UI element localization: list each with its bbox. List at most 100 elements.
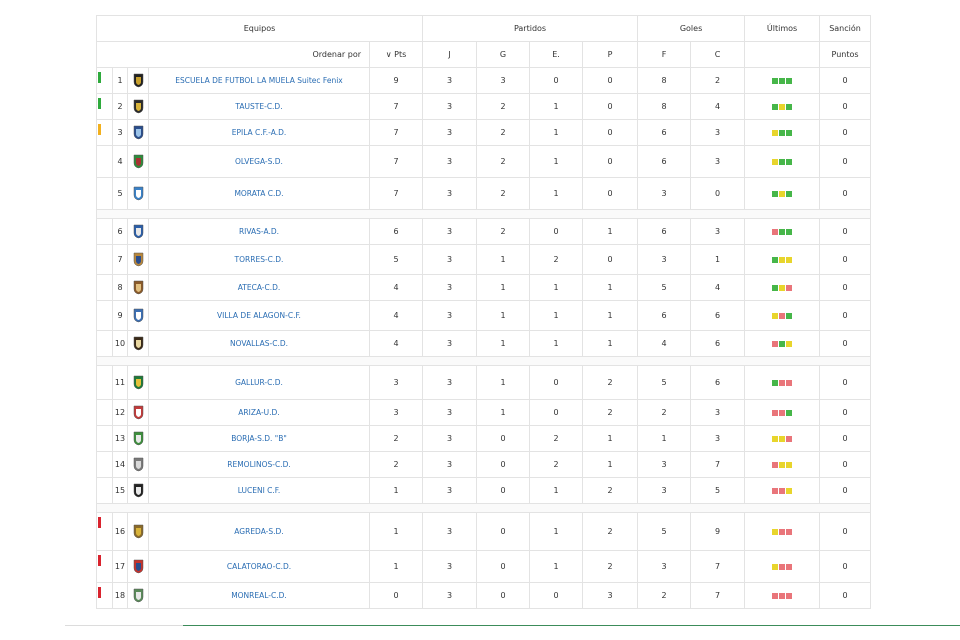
team-crest-cell xyxy=(127,274,149,301)
table-row[interactable]: 1 ESCUELA DE FUTBOL LA MUELA Suitec Fenix… xyxy=(96,67,872,94)
team-link[interactable]: LUCENI C.F. xyxy=(238,486,281,495)
team-name-cell: LUCENI C.F. xyxy=(148,477,370,504)
result-box xyxy=(772,228,779,235)
played: 3 xyxy=(422,244,477,275)
lost: 1 xyxy=(581,330,639,357)
team-crest-cell xyxy=(127,93,149,120)
won: 1 xyxy=(476,300,530,331)
goals-for: 5 xyxy=(637,365,692,400)
won: 2 xyxy=(476,145,530,178)
team-crest-icon xyxy=(133,308,144,323)
table-row[interactable]: 13 BORJA-S.D. "B" 2 3 0 2 1 1 3 0 xyxy=(96,425,872,452)
goals-against: 6 xyxy=(690,365,746,400)
team-link[interactable]: TORRES-C.D. xyxy=(235,255,284,264)
table-row[interactable]: 16 AGREDA-S.D. 1 3 0 1 2 5 9 0 xyxy=(96,512,872,551)
team-link[interactable]: ARIZA-U.D. xyxy=(238,408,279,417)
result-box xyxy=(772,528,779,535)
table-row[interactable]: 17 CALATORAO-C.D. 1 3 0 1 2 3 7 0 xyxy=(96,550,872,583)
team-crest-cell xyxy=(127,119,149,146)
team-crest-cell xyxy=(127,145,149,178)
result-box xyxy=(786,379,793,386)
table-row[interactable]: 8 ATECA-C.D. 4 3 1 1 1 5 4 0 xyxy=(96,274,872,301)
team-link[interactable]: AGREDA-S.D. xyxy=(234,527,283,536)
goals-for: 6 xyxy=(637,218,692,245)
table-row[interactable]: 6 RIVAS-A.D. 6 3 2 0 1 6 3 0 xyxy=(96,218,872,245)
lost: 0 xyxy=(581,244,639,275)
col-f[interactable]: F xyxy=(637,41,692,68)
qualification-mark-cell xyxy=(96,512,113,551)
team-crest-cell xyxy=(127,550,149,583)
points: 3 xyxy=(369,399,423,426)
result-box xyxy=(772,409,779,416)
table-row[interactable]: 9 VILLA DE ALAGON-C.F. 4 3 1 1 1 6 6 0 xyxy=(96,300,872,331)
team-crest-cell xyxy=(127,582,149,609)
table-row[interactable]: 15 LUCENI C.F. 1 3 0 1 2 3 5 0 xyxy=(96,477,872,504)
table-row[interactable]: 2 TAUSTE-C.D. 7 3 2 1 0 8 4 0 xyxy=(96,93,872,120)
table-row[interactable]: 4 OLVEGA-S.D. 7 3 2 1 0 6 3 0 xyxy=(96,145,872,178)
table-row[interactable]: 5 MORATA C.D. 7 3 2 1 0 3 0 0 xyxy=(96,177,872,210)
lost: 1 xyxy=(581,274,639,301)
points: 3 xyxy=(369,365,423,400)
lost: 1 xyxy=(581,218,639,245)
points: 5 xyxy=(369,244,423,275)
goals-for: 4 xyxy=(637,330,692,357)
table-row[interactable]: 18 MONREAL-C.D. 0 3 0 0 3 2 7 0 xyxy=(96,582,872,609)
qualification-mark-cell xyxy=(96,399,113,426)
team-link[interactable]: NOVALLAS-C.D. xyxy=(230,339,288,348)
col-p[interactable]: P xyxy=(581,41,639,68)
result-box xyxy=(779,256,786,263)
result-box xyxy=(772,158,779,165)
table-row[interactable]: 7 TORRES-C.D. 5 3 1 2 0 3 1 0 xyxy=(96,244,872,275)
drawn: 2 xyxy=(529,451,583,478)
table-row[interactable]: 11 GALLUR-C.D. 3 3 1 0 2 5 6 0 xyxy=(96,365,872,400)
result-box xyxy=(772,461,779,468)
table-row[interactable]: 12 ARIZA-U.D. 3 3 1 0 2 2 3 0 xyxy=(96,399,872,426)
team-name-cell: REMOLINOS-C.D. xyxy=(148,451,370,478)
lost: 1 xyxy=(581,425,639,452)
team-link[interactable]: ESCUELA DE FUTBOL LA MUELA Suitec Fenix xyxy=(175,76,342,85)
sanction-points: 0 xyxy=(819,244,872,275)
position: 1 xyxy=(112,67,128,94)
drawn: 0 xyxy=(529,399,583,426)
goals-for: 6 xyxy=(637,300,692,331)
team-crest-icon xyxy=(133,405,144,420)
team-link[interactable]: VILLA DE ALAGON-C.F. xyxy=(217,311,301,320)
played: 3 xyxy=(422,582,477,609)
team-link[interactable]: MONREAL-C.D. xyxy=(231,591,287,600)
sanction-points: 0 xyxy=(819,274,872,301)
table-row[interactable]: 14 REMOLINOS-C.D. 2 3 0 2 1 3 7 0 xyxy=(96,451,872,478)
result-box xyxy=(786,409,793,416)
team-link[interactable]: ATECA-C.D. xyxy=(238,283,281,292)
team-name-cell: MORATA C.D. xyxy=(148,177,370,210)
col-g[interactable]: G xyxy=(476,41,530,68)
lost: 1 xyxy=(581,300,639,331)
goals-against: 3 xyxy=(690,218,746,245)
goals-against: 6 xyxy=(690,300,746,331)
sort-pts-button[interactable]: ∨ Pts xyxy=(369,41,423,68)
team-link[interactable]: REMOLINOS-C.D. xyxy=(227,460,290,469)
team-crest-icon xyxy=(133,559,144,574)
drawn: 1 xyxy=(529,550,583,583)
position: 3 xyxy=(112,119,128,146)
team-link[interactable]: TAUSTE-C.D. xyxy=(235,102,282,111)
team-link[interactable]: BORJA-S.D. "B" xyxy=(231,434,287,443)
result-box xyxy=(779,190,786,197)
col-j[interactable]: J xyxy=(422,41,477,68)
team-link[interactable]: OLVEGA-S.D. xyxy=(235,157,283,166)
team-crest-cell xyxy=(127,365,149,400)
result-box xyxy=(772,284,779,291)
result-box xyxy=(786,340,793,347)
col-c[interactable]: C xyxy=(690,41,746,68)
team-crest-cell xyxy=(127,451,149,478)
result-box xyxy=(786,190,793,197)
team-link[interactable]: GALLUR-C.D. xyxy=(235,378,283,387)
qualification-mark-cell xyxy=(96,451,113,478)
team-link[interactable]: EPILA C.F.-A.D. xyxy=(232,128,287,137)
team-link[interactable]: RIVAS-A.D. xyxy=(239,227,279,236)
points: 7 xyxy=(369,119,423,146)
team-link[interactable]: MORATA C.D. xyxy=(234,189,283,198)
col-e[interactable]: E. xyxy=(529,41,583,68)
table-row[interactable]: 10 NOVALLAS-C.D. 4 3 1 1 1 4 6 0 xyxy=(96,330,872,357)
team-link[interactable]: CALATORAO-C.D. xyxy=(227,562,291,571)
table-row[interactable]: 3 EPILA C.F.-A.D. 7 3 2 1 0 6 3 0 xyxy=(96,119,872,146)
